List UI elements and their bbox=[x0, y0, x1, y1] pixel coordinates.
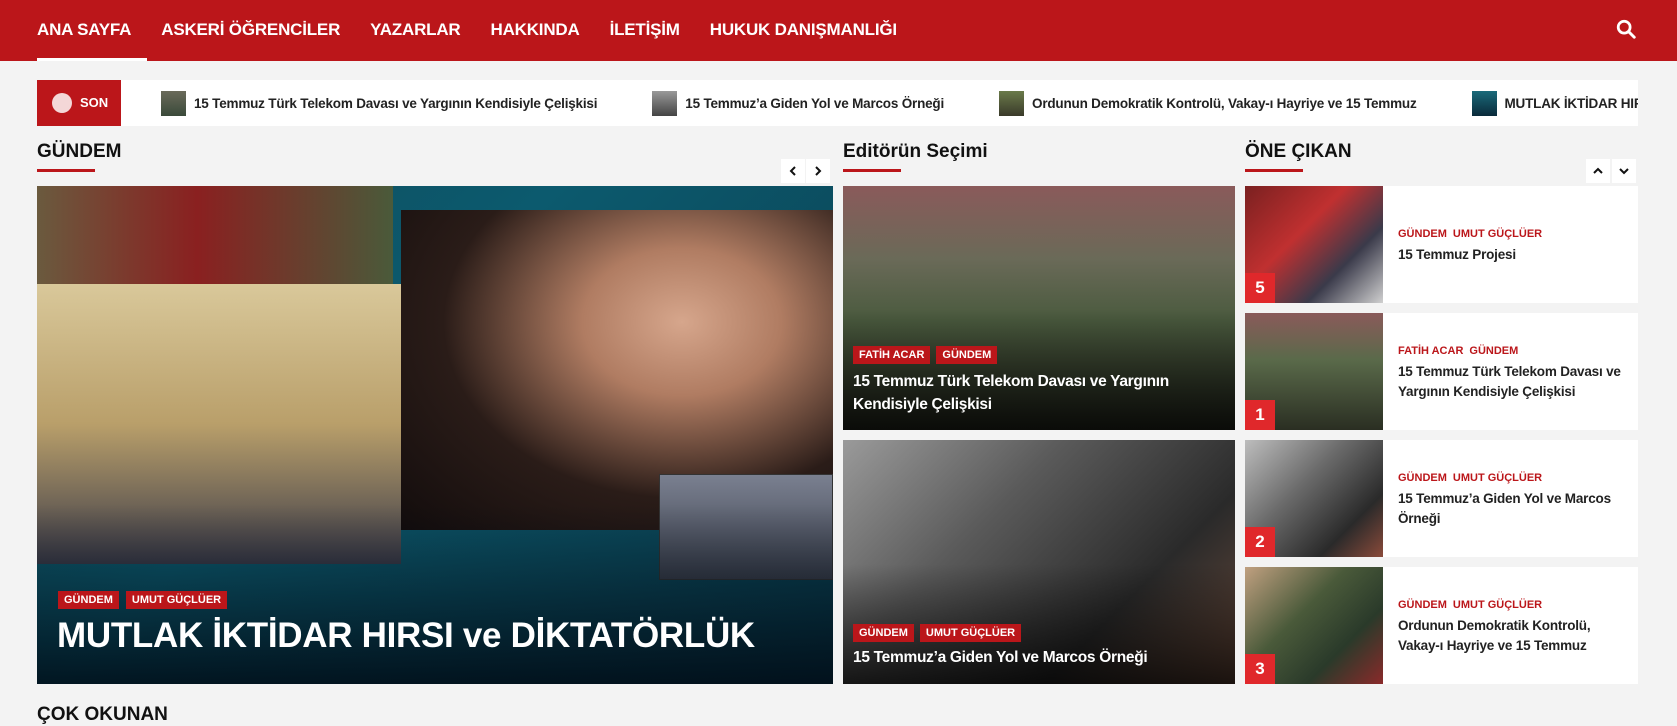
category-tag[interactable]: UMUT GÜÇLÜER bbox=[919, 624, 1022, 642]
top-navigation-bar: ANA SAYFA ASKERİ ÖĞRENCİLER YAZARLAR HAK… bbox=[0, 0, 1677, 61]
live-dot-icon bbox=[52, 93, 72, 113]
section-title-gundem: GÜNDEM bbox=[37, 141, 122, 162]
card-categories: GÜNDEM UMUT GÜÇLÜER bbox=[853, 624, 1022, 642]
featured-meta: FATİH ACAR GÜNDEM bbox=[1398, 345, 1518, 357]
ticker-item-text: Ordunun Demokratik Kontrolü, Vakay-ı Hay… bbox=[1032, 95, 1417, 111]
ticker-item-text: MUTLAK İKTİDAR HIRSI ve DİKTATÖRLÜK bbox=[1504, 95, 1638, 111]
ticker-items: 15 Temmuz Türk Telekom Davası ve Yargını… bbox=[161, 80, 1638, 126]
featured-meta: GÜNDEM UMUT GÜÇLÜER bbox=[1398, 599, 1542, 611]
section-underline bbox=[1245, 169, 1303, 172]
section-underline bbox=[37, 169, 95, 172]
featured-title[interactable]: Ordunun Demokratik Kontrolü, Vakay-ı Hay… bbox=[1398, 616, 1628, 656]
category-tag[interactable]: FATİH ACAR bbox=[853, 346, 931, 364]
section-title-editor: Editörün Seçimi bbox=[843, 141, 988, 162]
category-link[interactable]: FATİH ACAR bbox=[1398, 345, 1463, 357]
nav-item-yazarlar[interactable]: YAZARLAR bbox=[370, 0, 461, 61]
category-tag[interactable]: UMUT GÜÇLÜER bbox=[125, 591, 228, 609]
ticker-thumbnail bbox=[652, 90, 678, 116]
rank-badge: 1 bbox=[1245, 400, 1275, 430]
hero-article[interactable]: GÜNDEM UMUT GÜÇLÜER MUTLAK İKTİDAR HIRSI… bbox=[37, 186, 833, 684]
featured-list-item[interactable]: 5 GÜNDEM UMUT GÜÇLÜER 15 Temmuz Projesi bbox=[1245, 186, 1638, 303]
editor-pick-card[interactable]: FATİH ACAR GÜNDEM 15 Temmuz Türk Telekom… bbox=[843, 186, 1235, 430]
featured-title[interactable]: 15 Temmuz Türk Telekom Davası ve Yargını… bbox=[1398, 362, 1628, 402]
category-tag[interactable]: GÜNDEM bbox=[853, 624, 914, 642]
slider-prev-button[interactable] bbox=[781, 159, 805, 183]
category-link[interactable]: GÜNDEM bbox=[1398, 472, 1447, 484]
section-underline bbox=[843, 169, 901, 172]
category-tag[interactable]: GÜNDEM bbox=[58, 591, 119, 609]
search-icon[interactable] bbox=[1615, 18, 1637, 40]
category-link[interactable]: GÜNDEM bbox=[1469, 345, 1518, 357]
ticker-thumbnail bbox=[1471, 90, 1497, 116]
nav-item-iletisim[interactable]: İLETİŞİM bbox=[610, 0, 680, 61]
rank-badge: 3 bbox=[1245, 654, 1275, 684]
list-down-button[interactable] bbox=[1612, 159, 1636, 183]
list-up-button[interactable] bbox=[1586, 159, 1610, 183]
featured-title[interactable]: 15 Temmuz Projesi bbox=[1398, 245, 1628, 265]
hero-title[interactable]: MUTLAK İKTİDAR HIRSI ve DİKTATÖRLÜK bbox=[57, 616, 755, 656]
section-title-cok-okunan: ÇOK OKUNAN bbox=[37, 704, 168, 725]
nav-item-hukuk-danismanligi[interactable]: HUKUK DANIŞMANLIĞI bbox=[710, 0, 897, 61]
category-link[interactable]: GÜNDEM bbox=[1398, 599, 1447, 611]
ticker-item[interactable]: 15 Temmuz Türk Telekom Davası ve Yargını… bbox=[161, 80, 597, 126]
ticker-item[interactable]: Ordunun Demokratik Kontrolü, Vakay-ı Hay… bbox=[999, 80, 1417, 126]
nav-item-hakkinda[interactable]: HAKKINDA bbox=[491, 0, 580, 61]
chevron-left-icon bbox=[789, 166, 796, 176]
featured-meta: GÜNDEM UMUT GÜÇLÜER bbox=[1398, 472, 1542, 484]
ticker-label: SON bbox=[80, 95, 109, 110]
category-link[interactable]: UMUT GÜÇLÜER bbox=[1453, 599, 1542, 611]
card-title[interactable]: 15 Temmuz’a Giden Yol ve Marcos Örneği bbox=[853, 646, 1183, 669]
category-link[interactable]: UMUT GÜÇLÜER bbox=[1453, 228, 1542, 240]
breaking-news-ticker: SON 15 Temmuz Türk Telekom Davası ve Yar… bbox=[37, 80, 1638, 126]
ticker-item[interactable]: 15 Temmuz’a Giden Yol ve Marcos Örneği bbox=[652, 80, 944, 126]
ticker-label-badge: SON bbox=[37, 80, 121, 126]
chevron-up-icon bbox=[1593, 167, 1603, 174]
ticker-item[interactable]: MUTLAK İKTİDAR HIRSI ve DİKTATÖRLÜK bbox=[1471, 80, 1638, 126]
ticker-item-text: 15 Temmuz Türk Telekom Davası ve Yargını… bbox=[194, 95, 598, 111]
featured-list-item[interactable]: 2 GÜNDEM UMUT GÜÇLÜER 15 Temmuz’a Giden … bbox=[1245, 440, 1638, 557]
category-link[interactable]: GÜNDEM bbox=[1398, 228, 1447, 240]
featured-list-item[interactable]: 1 FATİH ACAR GÜNDEM 15 Temmuz Türk Telek… bbox=[1245, 313, 1638, 430]
nav-item-askeri-ogrenciler[interactable]: ASKERİ ÖĞRENCİLER bbox=[161, 0, 340, 61]
category-tag[interactable]: GÜNDEM bbox=[936, 346, 998, 364]
category-link[interactable]: UMUT GÜÇLÜER bbox=[1453, 472, 1542, 484]
featured-list-item[interactable]: 3 GÜNDEM UMUT GÜÇLÜER Ordunun Demokratik… bbox=[1245, 567, 1638, 684]
editor-pick-card[interactable]: GÜNDEM UMUT GÜÇLÜER 15 Temmuz’a Giden Yo… bbox=[843, 440, 1235, 684]
chevron-right-icon bbox=[815, 166, 822, 176]
hero-categories: GÜNDEM UMUT GÜÇLÜER bbox=[58, 591, 228, 609]
card-categories: FATİH ACAR GÜNDEM bbox=[853, 346, 998, 364]
card-title[interactable]: 15 Temmuz Türk Telekom Davası ve Yargını… bbox=[853, 370, 1183, 416]
ticker-item-text: 15 Temmuz’a Giden Yol ve Marcos Örneği bbox=[685, 95, 945, 111]
section-title-one-cikan: ÖNE ÇIKAN bbox=[1245, 141, 1352, 162]
chevron-down-icon bbox=[1619, 168, 1629, 175]
main-menu: ANA SAYFA ASKERİ ÖĞRENCİLER YAZARLAR HAK… bbox=[37, 0, 927, 61]
rank-badge: 2 bbox=[1245, 527, 1275, 557]
rank-badge: 5 bbox=[1245, 273, 1275, 303]
featured-meta: GÜNDEM UMUT GÜÇLÜER bbox=[1398, 228, 1542, 240]
slider-next-button[interactable] bbox=[806, 159, 830, 183]
hero-image-collage-top bbox=[37, 186, 393, 284]
featured-title[interactable]: 15 Temmuz’a Giden Yol ve Marcos Örneği bbox=[1398, 489, 1628, 529]
nav-item-ana-sayfa[interactable]: ANA SAYFA bbox=[37, 0, 148, 61]
ticker-thumbnail bbox=[161, 90, 186, 116]
ticker-thumbnail bbox=[999, 90, 1025, 116]
